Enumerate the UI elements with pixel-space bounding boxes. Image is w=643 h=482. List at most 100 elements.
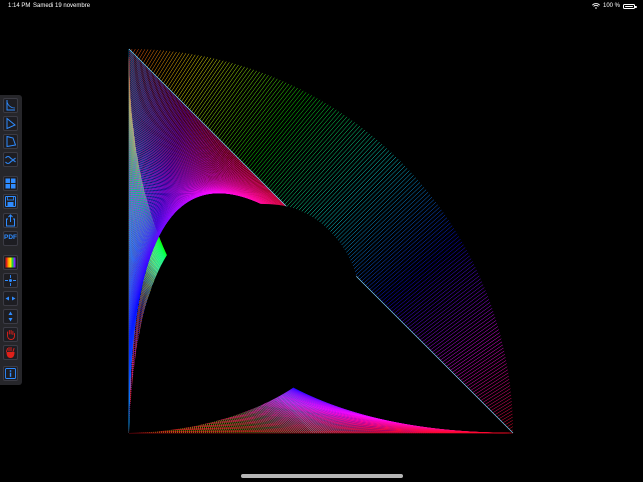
string-line [484,388,511,405]
string-line [347,191,429,268]
hand-filled-icon [6,347,15,358]
string-line [355,201,437,276]
flip-horizontal-button[interactable] [3,291,18,306]
string-line [197,63,236,118]
hand-tool-active-button[interactable] [3,345,18,360]
info-button[interactable] [3,366,18,381]
string-line [175,55,202,96]
string-line [132,48,136,54]
string-line [244,90,304,165]
string-line [250,95,312,171]
curve-tool-3[interactable] [3,134,18,149]
string-line [498,410,513,420]
string-line [405,269,477,327]
string-line [179,57,209,100]
string-line [159,51,177,80]
string-line [500,413,513,422]
color-palette-button[interactable] [3,255,18,270]
inner-hollow [129,203,357,433]
string-line [221,76,272,143]
save-button[interactable] [3,194,18,209]
curve-tool-4[interactable] [3,152,18,167]
string-line [223,77,275,145]
string-line [237,86,295,159]
string-art-canvas[interactable] [0,0,643,482]
string-line [391,250,467,312]
string-line [446,329,499,367]
string-line [256,99,321,177]
flip-vertical-button[interactable] [3,309,18,324]
hand-outline-icon [7,330,15,340]
string-line [213,71,260,135]
string-line [482,385,511,403]
string-line [209,69,254,130]
string-line [177,56,205,98]
string-line [284,124,358,205]
string-line [157,51,174,78]
string-line [429,305,492,351]
string-line [464,357,506,385]
home-indicator [241,474,403,478]
string-line [456,344,503,377]
string-line [207,68,251,128]
string-line [389,247,466,310]
hand-tool-button[interactable] [3,327,18,342]
string-line [148,50,161,70]
string-line [401,264,475,323]
string-line [165,53,187,86]
curve-tool-1[interactable] [3,98,18,113]
string-line [140,49,149,62]
pdf-button[interactable]: PDF [3,231,18,246]
string-line [169,54,193,90]
string-line [185,59,218,106]
string-line [280,120,353,201]
string-line [492,401,512,414]
string-line [462,353,505,383]
string-line [353,199,435,274]
color-bars-icon [5,257,16,268]
share-button[interactable] [3,213,18,228]
string-line [434,311,494,355]
string-line [444,326,499,365]
string-art-lines [128,48,514,434]
string-line [288,127,363,209]
curve-tool-2[interactable] [3,116,18,131]
string-line [383,238,461,304]
string-line [494,404,513,416]
string-line [296,135,373,217]
string-line [454,341,503,375]
string-line [502,416,513,424]
string-line [211,70,257,133]
string-line [173,55,199,94]
string-line [219,75,269,141]
angle-curve-icon [6,100,16,111]
string-line [187,59,221,108]
string-line [474,372,509,395]
string-line [258,101,324,179]
string-line [155,51,171,76]
string-line [417,287,485,339]
string-line [357,204,438,278]
string-line [239,87,298,161]
string-line [343,187,425,264]
fit-arrows-icon [5,275,16,286]
string-line [466,360,507,387]
string-line [490,397,512,411]
flip-horizontal-icon [5,296,16,301]
string-line [486,391,511,407]
string-line [167,53,190,88]
share-icon [6,214,15,227]
grid-icon [5,178,16,189]
pdf-icon: PDF [4,234,17,242]
flip-vertical-icon [8,311,13,322]
grid-button[interactable] [3,176,18,191]
string-line [427,302,491,349]
string-line [387,244,464,308]
string-line [241,89,301,163]
string-line [134,48,139,56]
string-line [254,98,318,175]
info-icon [5,368,16,379]
string-line [195,63,233,116]
string-line [399,261,473,321]
zoom-fit-button[interactable] [3,273,18,288]
